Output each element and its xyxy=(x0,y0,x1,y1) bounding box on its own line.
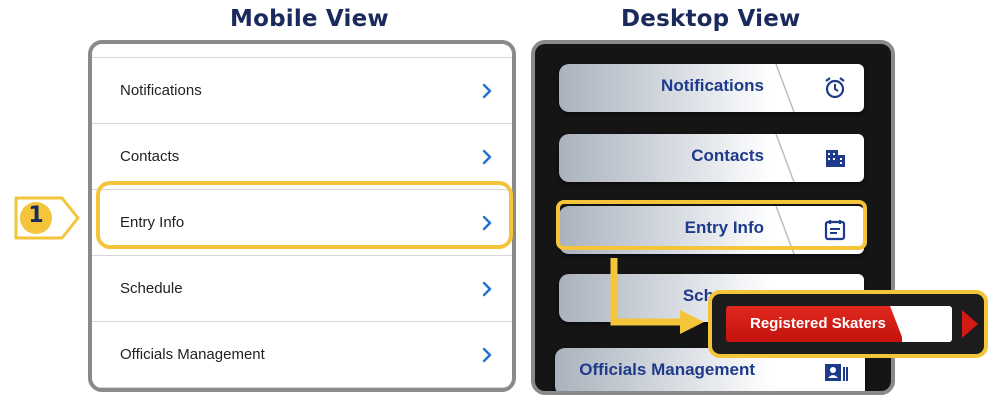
desktop-item-contacts[interactable]: Contacts xyxy=(559,134,864,182)
mobile-item-officials-management[interactable]: Officials Management xyxy=(92,321,512,387)
divider xyxy=(775,134,795,182)
alarm-clock-icon xyxy=(825,77,845,99)
divider xyxy=(775,64,795,112)
desktop-item-entry-info[interactable]: Entry Info xyxy=(559,206,864,254)
desktop-item-label: Contacts xyxy=(691,146,764,165)
step-callout: 1 xyxy=(12,194,84,247)
calendar-icon xyxy=(824,220,846,241)
registered-skaters-popup: Registered Skaters xyxy=(708,290,988,358)
chevron-right-icon xyxy=(476,344,498,366)
registered-skaters-button[interactable]: Registered Skaters xyxy=(726,306,952,342)
mobile-view-heading: Mobile View xyxy=(230,6,389,32)
mobile-item-label: Schedule xyxy=(120,280,183,297)
chevron-right-icon xyxy=(476,278,498,300)
divider xyxy=(775,206,795,254)
step-number: 1 xyxy=(28,203,44,228)
button-white-tab xyxy=(902,306,952,342)
connector-arrow-icon xyxy=(610,258,704,334)
mobile-item-schedule[interactable]: Schedule xyxy=(92,255,512,321)
play-arrow-icon[interactable] xyxy=(960,308,980,340)
id-card-icon xyxy=(825,364,848,381)
mobile-item-label: Contacts xyxy=(120,148,180,165)
desktop-item-label: Entry Info xyxy=(684,218,764,237)
desktop-item-notifications[interactable]: Notifications xyxy=(559,64,864,112)
desktop-view-heading: Desktop View xyxy=(621,6,801,32)
mobile-entry-info-highlight xyxy=(96,181,513,249)
mobile-item-label: Officials Management xyxy=(120,346,265,363)
chevron-right-icon xyxy=(476,80,498,102)
mobile-item-contacts[interactable]: Contacts xyxy=(92,123,512,189)
registered-skaters-label: Registered Skaters xyxy=(750,315,886,332)
building-icon xyxy=(826,150,845,167)
desktop-item-label: Notifications xyxy=(661,76,764,95)
divider xyxy=(92,387,512,388)
chevron-right-icon xyxy=(476,146,498,168)
mobile-item-label: Notifications xyxy=(120,82,202,99)
mobile-item-notifications[interactable]: Notifications xyxy=(92,57,512,123)
